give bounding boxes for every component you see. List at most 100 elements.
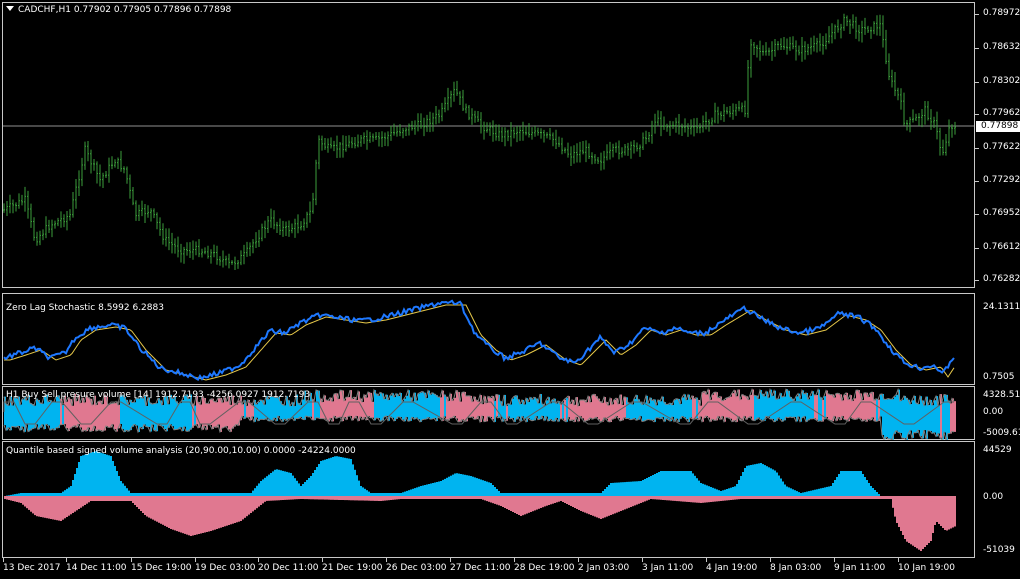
quantile-bar-pos [358, 480, 360, 496]
quantile-bar-pos [594, 493, 596, 496]
buysell-bar-pos [712, 394, 714, 412]
quantile-bar-neg [276, 496, 278, 501]
buysell-bar-neg [934, 412, 936, 433]
symbol-title[interactable]: CADCHF,H1 0.77902 0.77905 0.77896 0.7789… [6, 5, 231, 15]
buysell-bar-pos [380, 392, 382, 412]
quantile-bar-pos [422, 485, 424, 496]
buysell-bar-neg [758, 412, 760, 418]
buysell-bar-pos [890, 398, 892, 412]
quantile-bar-neg [90, 496, 92, 501]
quantile-bar-neg [94, 496, 96, 501]
quantile-bar-neg [686, 496, 688, 502]
quantile-bar-neg [834, 496, 836, 499]
quantile-bar-neg [520, 496, 522, 516]
buysell-pane[interactable]: H1 Buy Sell presure volume [14] 1912.719… [0, 386, 1020, 440]
stochastic-lower-label: 0.7505 [983, 372, 1015, 382]
quantile-bar-neg [532, 496, 534, 512]
buysell-bar-pos [460, 401, 462, 412]
buysell-bar-neg [412, 412, 414, 418]
quantile-bar-pos [832, 483, 834, 496]
buysell-bar-neg [672, 412, 674, 417]
quantile-bar-pos [246, 493, 248, 496]
quantile-bar-pos [336, 456, 338, 496]
quantile-bar-neg [328, 496, 330, 500]
quantile-bar-neg [620, 496, 622, 511]
quantile-bar-neg [22, 496, 24, 505]
buysell-bar-neg [730, 412, 732, 419]
quantile-bar-neg [132, 496, 134, 503]
quantile-bar-pos [420, 486, 422, 496]
quantile-bar-pos [702, 483, 704, 496]
quantile-bar-pos [510, 493, 512, 496]
quantile-bar-neg [408, 496, 410, 499]
quantile-bar-pos [838, 474, 840, 496]
quantile-bar-pos [410, 489, 412, 496]
quantile-bar-pos [722, 490, 724, 496]
price-axis-label: 0.78632 [983, 42, 1020, 52]
quantile-bar-neg [458, 496, 460, 499]
quantile-bar-neg [812, 496, 814, 499]
quantile-bar-pos [764, 465, 766, 496]
quantile-bar-pos [726, 489, 728, 496]
quantile-bar-pos [856, 471, 858, 496]
quantile-bar-pos [322, 460, 324, 496]
quantile-bar-pos [110, 456, 112, 496]
buysell-bar-pos [768, 397, 770, 412]
quantile-bar-pos [580, 493, 582, 496]
quantile-bar-pos [622, 482, 624, 496]
quantile-bar-neg [550, 496, 552, 505]
buysell-bar-neg [178, 412, 180, 430]
quantile-bar-pos [248, 493, 250, 496]
quantile-bar-neg [896, 496, 898, 523]
buysell-bar-neg [54, 412, 56, 431]
stochastic-pane[interactable]: Zero Lag Stochastic 8.5992 6.2883 24.131… [0, 293, 1020, 385]
quantile-bar-neg [374, 496, 376, 501]
buysell-bar-neg [752, 412, 754, 420]
quantile-bar-pos [748, 465, 750, 496]
quantile-bar-pos [452, 474, 454, 496]
quantile-bar-pos [460, 474, 462, 496]
quantile-bar-pos [746, 465, 748, 496]
quantile-bar-pos [374, 493, 376, 496]
quantile-bar-neg [294, 496, 296, 500]
buysell-bar-neg [562, 412, 564, 419]
buysell-bar-neg [652, 412, 654, 421]
quantile-bar-pos [626, 481, 628, 496]
quantile-bar-pos [20, 493, 22, 496]
buysell-bar-pos [758, 398, 760, 412]
quantile-bar-pos [474, 477, 476, 496]
quantile-bar-pos [708, 486, 710, 496]
quantile-bar-neg [102, 496, 104, 501]
quantile-bar-neg [700, 496, 702, 503]
buysell-bar-pos [12, 405, 14, 412]
quantile-bar-pos [42, 493, 44, 496]
quantile-bar-pos [72, 480, 74, 496]
buysell-bar-neg [538, 412, 540, 420]
quantile-bar-pos [506, 493, 508, 496]
price-pane[interactable]: CADCHF,H1 0.77902 0.77905 0.77896 0.7789… [0, 0, 1020, 290]
buysell-bar-pos [624, 396, 626, 412]
quantile-bar-neg [470, 496, 472, 499]
buysell-bar-neg [208, 412, 210, 425]
quantile-bar-neg [16, 496, 18, 502]
buysell-bar-pos [316, 390, 318, 412]
quantile-bar-pos [292, 475, 294, 496]
buysell-bar-pos [110, 404, 112, 412]
time-axis-label: 28 Dec 19:00 [514, 563, 575, 573]
quantile-bar-neg [158, 496, 160, 523]
quantile-bar-pos [706, 485, 708, 496]
buysell-bar-pos [754, 395, 756, 412]
quantile-bar-pos [236, 493, 238, 496]
quantile-bar-neg [62, 496, 64, 520]
chart-menu-icon[interactable] [6, 6, 14, 11]
quantile-bar-pos [450, 475, 452, 496]
time-axis-tick [386, 558, 387, 562]
quantile-bar-pos [802, 492, 804, 496]
quantile-bar-neg [948, 496, 950, 530]
quantile-bar-neg [882, 496, 884, 499]
time-axis-label: 8 Jan 03:00 [770, 563, 822, 573]
buysell-bar-pos [834, 397, 836, 412]
quantile-pane[interactable]: Quantile based signed volume analysis (2… [0, 441, 1020, 558]
quantile-bar-pos [70, 486, 72, 496]
quantile-bar-pos [74, 474, 76, 496]
